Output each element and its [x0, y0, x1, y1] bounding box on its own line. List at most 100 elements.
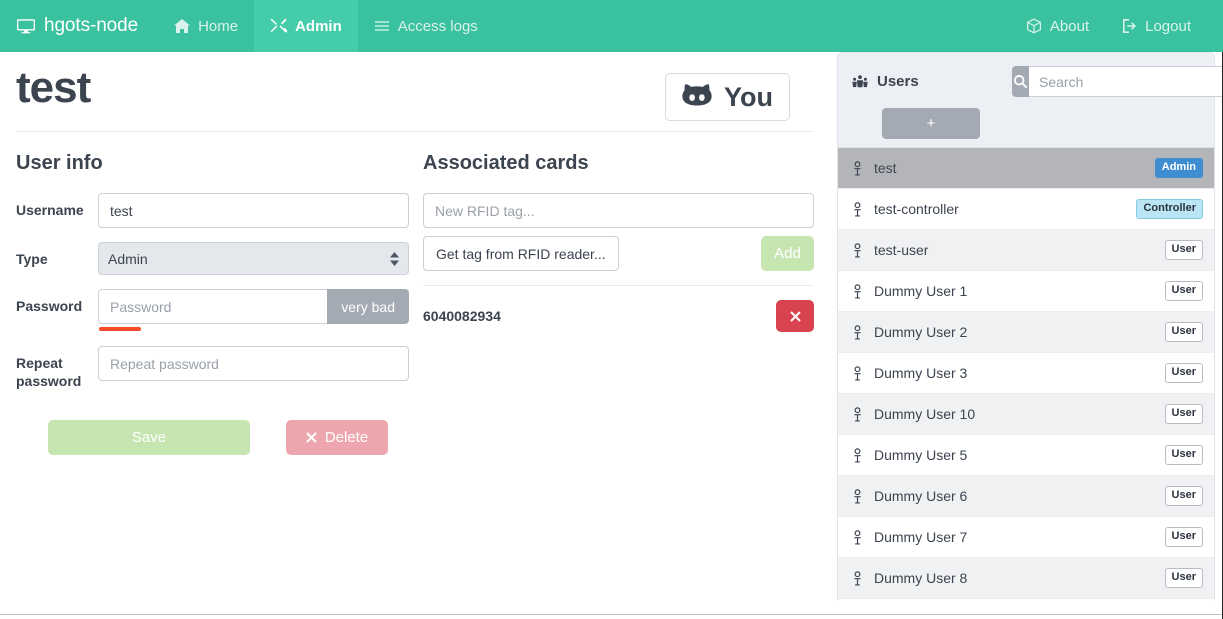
user-list-item-dummy-6[interactable]: Dummy User 6 User — [838, 476, 1214, 517]
person-icon — [851, 283, 864, 299]
user-name: Dummy User 5 — [874, 447, 968, 463]
user-name: test — [874, 160, 897, 176]
card-tag-value: 6040082934 — [423, 308, 501, 324]
username-row: Username — [16, 193, 409, 228]
person-icon — [851, 242, 864, 258]
person-icon — [851, 570, 864, 586]
status-badge: Controller — [1136, 199, 1203, 219]
tools-icon — [270, 18, 288, 35]
status-badge: User — [1164, 281, 1203, 301]
page-header: test You — [16, 52, 814, 121]
add-card-button[interactable]: Add — [761, 236, 814, 271]
person-icon — [851, 488, 864, 504]
user-name: Dummy User 3 — [874, 365, 968, 381]
page-bottom-divider — [0, 614, 1223, 615]
user-name: Dummy User 7 — [874, 529, 968, 545]
nav-item-access-logs[interactable]: Access logs — [358, 0, 494, 52]
type-select[interactable]: Admin — [98, 242, 409, 275]
person-icon — [851, 406, 864, 422]
repeat-password-label: Repeat password — [16, 355, 82, 389]
save-button[interactable]: Save — [48, 420, 250, 455]
user-name: Dummy User 6 — [874, 488, 968, 504]
status-badge: Admin — [1154, 158, 1203, 178]
mark-github-icon — [680, 82, 714, 112]
user-name: Dummy User 8 — [874, 570, 968, 586]
username-input[interactable] — [98, 193, 409, 228]
nav-item-label: Admin — [295, 17, 342, 35]
search-icon — [1013, 74, 1028, 89]
person-icon — [851, 201, 864, 217]
card-action-row: Get tag from RFID reader... Add — [423, 236, 814, 271]
nav-item-label: Logout — [1145, 17, 1191, 35]
nav-item-label: Home — [198, 17, 239, 35]
user-list-item-dummy-10[interactable]: Dummy User 10 User — [838, 394, 1214, 435]
add-user-button[interactable]: + — [882, 108, 980, 139]
nav-item-admin[interactable]: Admin — [254, 0, 358, 52]
user-list-item-dummy-1[interactable]: Dummy User 1 User — [838, 271, 1214, 312]
search-input[interactable] — [1029, 66, 1223, 97]
type-label: Type — [16, 251, 48, 267]
brand-link[interactable]: hgots-node — [0, 0, 158, 52]
users-panel-header: Users + — [837, 52, 1223, 148]
status-badge: User — [1164, 527, 1203, 547]
page-title: test — [16, 63, 91, 112]
associated-cards-section: Associated cards Get tag from RFID reade… — [423, 152, 814, 455]
person-icon — [851, 447, 864, 463]
user-name: Dummy User 10 — [874, 406, 976, 422]
status-badge: User — [1164, 404, 1203, 424]
users-sidebar: Users + — [837, 52, 1223, 619]
person-icon — [851, 160, 864, 176]
navbar-left-group: hgots-node Home Admin Access logs — [0, 0, 494, 52]
user-info-heading: User info — [16, 152, 103, 174]
remove-card-button[interactable] — [776, 300, 814, 332]
password-label: Password — [16, 298, 83, 314]
person-icon — [851, 365, 864, 381]
home-icon — [174, 18, 191, 34]
top-navbar: hgots-node Home Admin Access logs About … — [0, 0, 1223, 52]
package-icon — [1026, 18, 1042, 34]
user-list-item-dummy-7[interactable]: Dummy User 7 User — [838, 517, 1214, 558]
user-list-item-test-user[interactable]: test-user User — [838, 230, 1214, 271]
user-list-item-dummy-8[interactable]: Dummy User 8 User — [838, 558, 1214, 599]
status-badge: User — [1164, 445, 1203, 465]
repeat-password-input[interactable] — [98, 346, 409, 381]
x-icon — [782, 310, 808, 322]
user-list-item-dummy-5[interactable]: Dummy User 5 User — [838, 435, 1214, 476]
status-badge: User — [1164, 322, 1203, 342]
nav-item-about[interactable]: About — [1010, 0, 1105, 52]
users-list[interactable]: test Admin test-controller Controller te… — [837, 148, 1215, 601]
nav-item-home[interactable]: Home — [158, 0, 254, 52]
nav-item-logout[interactable]: Logout — [1105, 0, 1207, 52]
users-panel-title-label: Users — [877, 73, 919, 90]
form-action-buttons: Save Delete — [16, 420, 409, 455]
repeat-password-row: Repeat password — [16, 346, 409, 390]
status-badge: User — [1164, 363, 1203, 383]
password-strength-meter — [99, 327, 141, 331]
user-name: Dummy User 1 — [874, 283, 968, 299]
search-button[interactable] — [1012, 66, 1029, 97]
person-icon — [851, 529, 864, 545]
page-body: test You User info Username test Type Ad… — [0, 52, 1223, 619]
users-search-group — [1012, 66, 1223, 97]
person-icon — [851, 324, 864, 340]
get-tag-from-reader-button[interactable]: Get tag from RFID reader... — [423, 236, 619, 271]
brand-label: hgots-node — [44, 15, 139, 36]
you-button[interactable]: You — [665, 73, 790, 121]
delete-button[interactable]: Delete — [286, 420, 388, 455]
nav-item-label: About — [1049, 17, 1090, 35]
user-name: test-controller — [874, 201, 959, 217]
main-content: test You User info Username test Type Ad… — [0, 52, 830, 619]
status-badge: User — [1164, 568, 1203, 588]
user-list-item-dummy-2[interactable]: Dummy User 2 User — [838, 312, 1214, 353]
user-list-item-dummy-3[interactable]: Dummy User 3 User — [838, 353, 1214, 394]
password-input-group: very bad — [98, 289, 409, 324]
new-rfid-tag-input[interactable] — [423, 193, 814, 228]
sign-out-icon — [1121, 18, 1137, 34]
status-badge: User — [1164, 486, 1203, 506]
user-list-item-test[interactable]: test Admin — [838, 148, 1214, 189]
user-list-item-test-controller[interactable]: test-controller Controller — [838, 189, 1214, 230]
password-input[interactable] — [98, 289, 328, 324]
password-strength-badge: very bad — [327, 289, 409, 324]
user-name: test-user — [874, 242, 929, 258]
device-desktop-icon — [17, 17, 35, 35]
